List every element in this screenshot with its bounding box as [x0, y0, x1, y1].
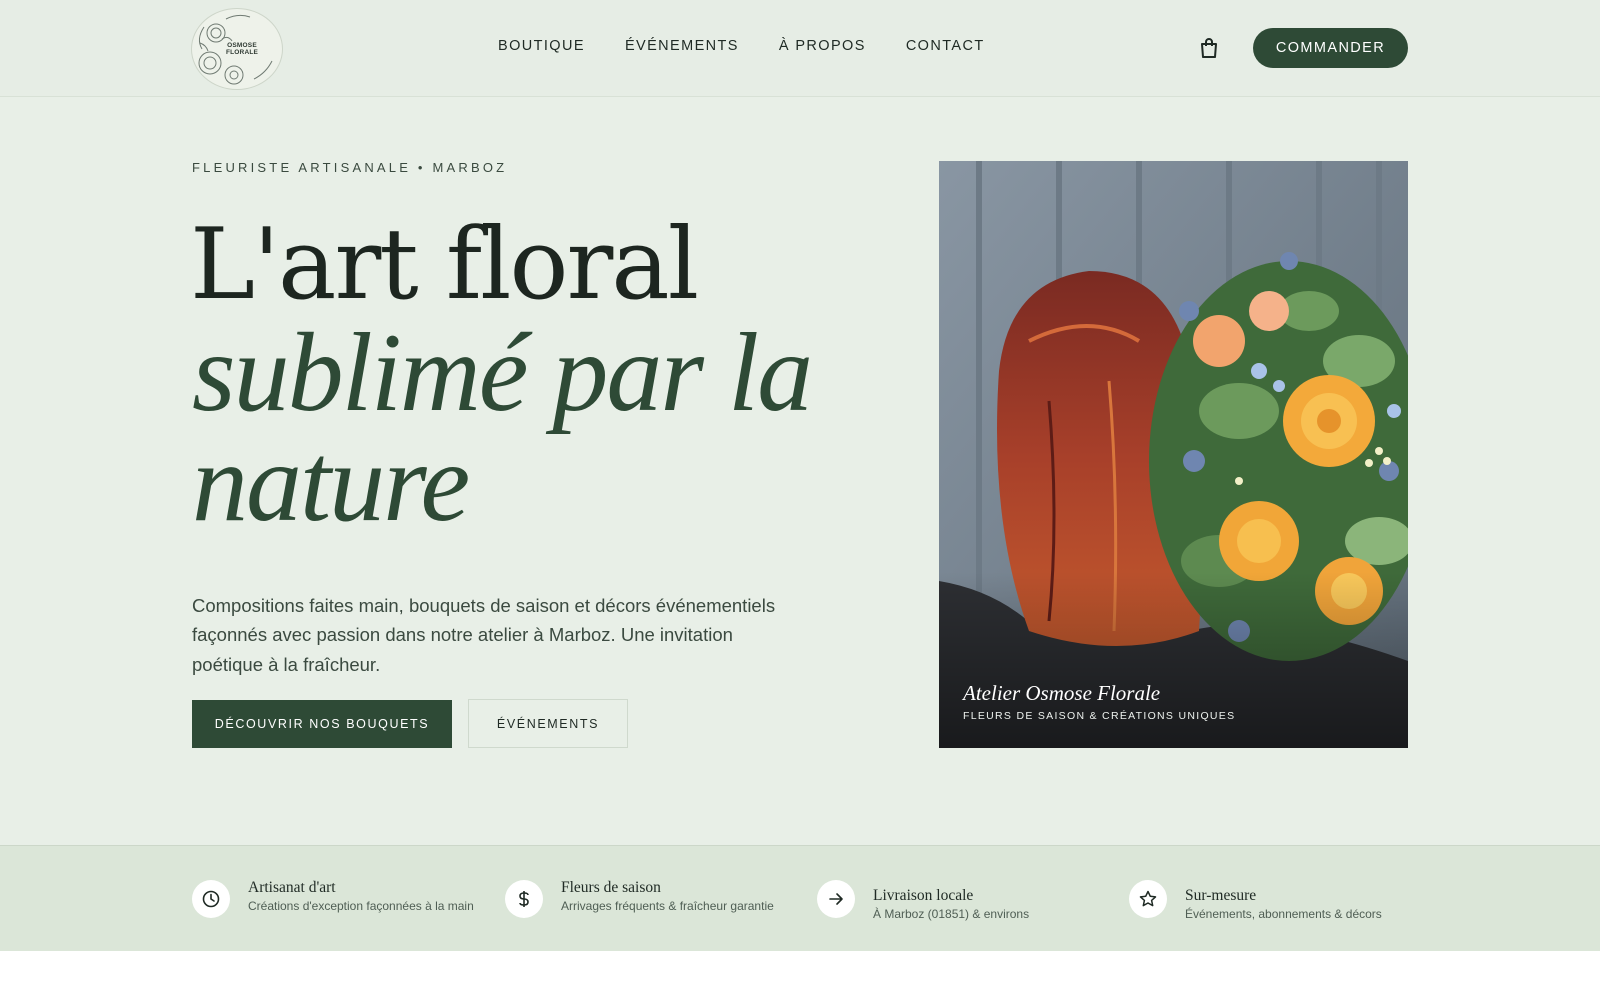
feature-text: Événements, abonnements & décors	[1185, 907, 1382, 921]
commander-button[interactable]: COMMANDER	[1253, 28, 1408, 68]
clock-icon	[192, 880, 230, 918]
brand-name: OSMOSE FLORALE	[225, 42, 259, 56]
dollar-icon	[505, 880, 543, 918]
discover-bouquets-button[interactable]: DÉCOUVRIR NOS BOUQUETS	[192, 700, 452, 748]
photo-caption-title: Atelier Osmose Florale	[963, 681, 1161, 705]
site-header: OSMOSE FLORALE BOUTIQUE ÉVÉNEMENTS À PRO…	[0, 0, 1600, 97]
main-nav: BOUTIQUE ÉVÉNEMENTS À PROPOS CONTACT	[498, 38, 985, 54]
feature-text: Arrivages fréquents & fraîcheur garantie	[561, 899, 774, 913]
feature-title: Sur-mesure	[1185, 887, 1257, 904]
arrow-right-icon	[817, 880, 855, 918]
nav-item-boutique[interactable]: BOUTIQUE	[498, 38, 585, 54]
feature-title: Artisanat d'art	[248, 879, 336, 896]
nav-item-a-propos[interactable]: À PROPOS	[779, 38, 866, 54]
hero-title-line1: L'art floral	[190, 208, 699, 322]
features-band: Artisanat d'art Créations d'exception fa…	[0, 845, 1600, 952]
florist-bouquet-illustration	[939, 161, 1408, 748]
shopping-bag-icon[interactable]	[1197, 36, 1221, 60]
feature-text: À Marboz (01851) & environs	[873, 907, 1030, 921]
feature-text: Créations d'exception façonnées à la mai…	[248, 899, 474, 913]
photo-caption-subtitle: FLEURS DE SAISON & CRÉATIONS UNIQUES	[963, 710, 1236, 722]
hero-title-line2: sublimé par la nature	[192, 311, 813, 545]
star-icon	[1129, 880, 1167, 918]
feature-title: Fleurs de saison	[561, 879, 661, 896]
hero-eyebrow: FLEURISTE ARTISANALE • MARBOZ	[192, 160, 508, 175]
hero-photo: Atelier Osmose Florale FLEURS DE SAISON …	[939, 161, 1408, 748]
brand-logo[interactable]: OSMOSE FLORALE	[191, 8, 283, 90]
page-bottom-area	[0, 951, 1600, 1000]
hero-description: Compositions faites main, bouquets de sa…	[192, 594, 776, 675]
nav-item-evenements[interactable]: ÉVÉNEMENTS	[625, 38, 739, 54]
nav-item-contact[interactable]: CONTACT	[906, 38, 985, 54]
feature-title: Livraison locale	[873, 887, 974, 904]
events-button[interactable]: ÉVÉNEMENTS	[468, 699, 628, 748]
